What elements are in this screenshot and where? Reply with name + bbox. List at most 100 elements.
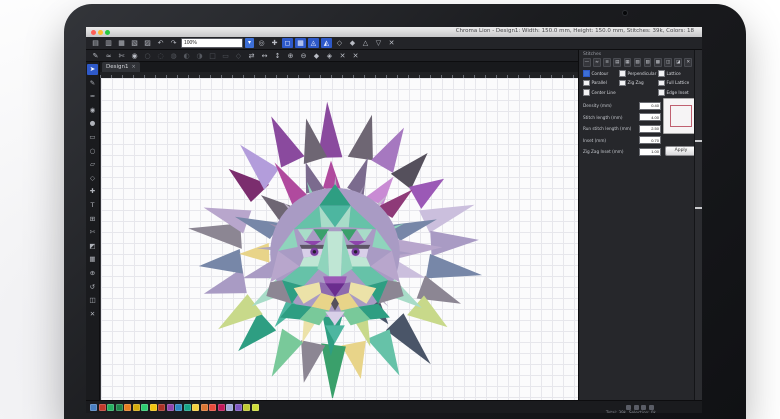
delete-tool-icon[interactable]: ✕ <box>87 309 98 320</box>
zoom-select-caret-icon[interactable]: ▾ <box>245 38 254 48</box>
shape-diamond-icon[interactable]: ◇ <box>233 51 244 61</box>
ellipse-tool-icon[interactable]: ○ <box>87 146 98 157</box>
undo-icon[interactable]: ↶ <box>155 38 166 48</box>
thread-color-swatch-8[interactable] <box>150 404 157 411</box>
stitch-type-icon-1[interactable]: — <box>583 58 591 67</box>
show-3d-icon[interactable]: ◭ <box>321 38 332 48</box>
stitch-type-icon-6[interactable]: ▧ <box>634 58 642 67</box>
stitch-type-icon-4[interactable]: ▤ <box>613 58 621 67</box>
thread-color-swatch-4[interactable] <box>116 404 123 411</box>
field-input-inset-mm-[interactable] <box>639 136 661 144</box>
stitch-type-icon-9[interactable]: ◫ <box>664 58 672 67</box>
checkbox-parallel[interactable]: Parallel <box>583 80 617 87</box>
add-hole-icon[interactable]: ⊕ <box>285 51 296 61</box>
field-input-stitch-length-mm-[interactable] <box>639 113 661 121</box>
shape-dot-icon[interactable]: ◍ <box>168 51 179 61</box>
rectangle-tool-icon[interactable]: ▭ <box>87 132 98 143</box>
show-stitches-icon[interactable]: ◬ <box>308 38 319 48</box>
measure-icon[interactable]: ◇ <box>334 38 345 48</box>
stitch-type-icon-7[interactable]: ▨ <box>644 58 652 67</box>
thread-color-swatch-16[interactable] <box>218 404 225 411</box>
checkbox-center-line[interactable]: Center Line <box>583 89 617 96</box>
run-stitch-icon[interactable]: ◉ <box>129 51 140 61</box>
checkbox-box-parallel[interactable] <box>583 80 590 87</box>
grid-tool-icon[interactable]: ⊞ <box>87 214 98 225</box>
thread-color-swatch-3[interactable] <box>107 404 114 411</box>
shape-circle-icon[interactable]: ○ <box>142 51 153 61</box>
checkbox-edge-inset[interactable]: Edge Inset <box>658 89 692 96</box>
thread-color-swatch-12[interactable] <box>184 404 191 411</box>
stitch-type-icon-5[interactable]: ▦ <box>624 58 632 67</box>
field-input-density-mm-[interactable] <box>639 102 661 110</box>
thread-color-swatch-15[interactable] <box>209 404 216 411</box>
checkbox-lattice[interactable]: Lattice <box>658 70 692 77</box>
show-grid-icon[interactable]: ▦ <box>295 38 306 48</box>
rotate-tool-icon[interactable]: ↺ <box>87 282 98 293</box>
thread-color-swatch-10[interactable] <box>167 404 174 411</box>
shape-quarter-icon[interactable]: ◑ <box>194 51 205 61</box>
thread-color-swatch-19[interactable] <box>243 404 250 411</box>
thread-color-swatch-18[interactable] <box>235 404 242 411</box>
lion-artwork[interactable] <box>175 84 495 398</box>
delete-object-icon[interactable]: ✕ <box>386 38 397 48</box>
ungroup-icon[interactable]: ◈ <box>324 51 335 61</box>
text-tool-icon[interactable]: T <box>87 200 98 211</box>
checkbox-contour[interactable]: Contour <box>583 70 617 77</box>
stitch-type-icon-10[interactable]: ◪ <box>674 58 682 67</box>
thread-color-swatch-2[interactable] <box>99 404 106 411</box>
field-input-zig-zag-inset-mm-[interactable] <box>639 148 661 156</box>
stitch-point-tool-icon[interactable]: ● <box>87 118 98 129</box>
close-path-icon[interactable]: ✕ <box>350 51 361 61</box>
swap-direction-icon[interactable]: ⇄ <box>246 51 257 61</box>
thread-color-swatch-1[interactable] <box>90 404 97 411</box>
mirror-v-icon[interactable]: ↕ <box>272 51 283 61</box>
shape-rect-icon[interactable]: ▭ <box>220 51 231 61</box>
field-input-run-stitch-length-mm-[interactable] <box>639 125 661 133</box>
thread-color-swatch-5[interactable] <box>124 404 131 411</box>
node-edit-tool-icon[interactable]: ◉ <box>87 105 98 116</box>
stitch-type-icon-3[interactable]: ≡ <box>603 58 611 67</box>
break-apart-icon[interactable]: ✕ <box>337 51 348 61</box>
design-canvas[interactable] <box>100 78 579 400</box>
stitch-type-icon-8[interactable]: ▩ <box>654 58 662 67</box>
panel-separator[interactable] <box>695 207 702 209</box>
duplicate-tool-icon[interactable]: ◫ <box>87 295 98 306</box>
thread-color-swatch-20[interactable] <box>252 404 259 411</box>
polygon-tool-icon[interactable]: ▱ <box>87 159 98 170</box>
zoom-in-icon[interactable]: ◎ <box>256 38 267 48</box>
freehand-tool-icon[interactable]: ≈ <box>87 91 98 102</box>
draw-pen-icon[interactable]: ✎ <box>90 51 101 61</box>
checkbox-box-edge-inset[interactable] <box>658 89 665 96</box>
add-point-tool-icon[interactable]: ✚ <box>87 186 98 197</box>
select-tool-icon[interactable]: ➤ <box>87 64 98 75</box>
fill-tool-icon[interactable]: ◩ <box>87 241 98 252</box>
checkbox-box-perpendicular[interactable] <box>619 70 626 77</box>
thread-color-swatch-6[interactable] <box>133 404 140 411</box>
shape-half-icon[interactable]: ◐ <box>181 51 192 61</box>
group-icon[interactable]: ◆ <box>311 51 322 61</box>
tab-close-icon[interactable]: × <box>132 64 136 70</box>
print-icon[interactable]: ▧ <box>129 38 140 48</box>
checkbox-box-zig-zag[interactable] <box>619 80 626 87</box>
pan-icon[interactable]: ✚ <box>269 38 280 48</box>
shape-square-icon[interactable]: □ <box>207 51 218 61</box>
mirror-h-icon[interactable]: ↔ <box>259 51 270 61</box>
checkbox-full-lattice[interactable]: Full Lattice <box>658 80 692 87</box>
stitch-type-icon-2[interactable]: ≈ <box>593 58 601 67</box>
redo-icon[interactable]: ↷ <box>168 38 179 48</box>
remove-hole-icon[interactable]: ⊖ <box>298 51 309 61</box>
stitch-type-icon-11[interactable]: ✕ <box>684 58 692 67</box>
open-design-icon[interactable]: ▥ <box>103 38 114 48</box>
shape-ring-icon[interactable]: ◌ <box>155 51 166 61</box>
apply-button[interactable]: Apply <box>665 146 697 156</box>
overlap-check-icon[interactable]: ◆ <box>347 38 358 48</box>
thread-color-swatch-13[interactable] <box>192 404 199 411</box>
checkbox-zig-zag[interactable]: Zig Zag <box>619 80 656 87</box>
draw-bezier-icon[interactable]: ≈ <box>103 51 114 61</box>
center-tool-icon[interactable]: ⊕ <box>87 268 98 279</box>
align-icon[interactable]: △ <box>360 38 371 48</box>
zoom-select-field[interactable] <box>181 38 243 48</box>
rotate-icon[interactable]: ▽ <box>373 38 384 48</box>
checkbox-box-full-lattice[interactable] <box>658 80 665 87</box>
new-design-icon[interactable]: ▤ <box>90 38 101 48</box>
